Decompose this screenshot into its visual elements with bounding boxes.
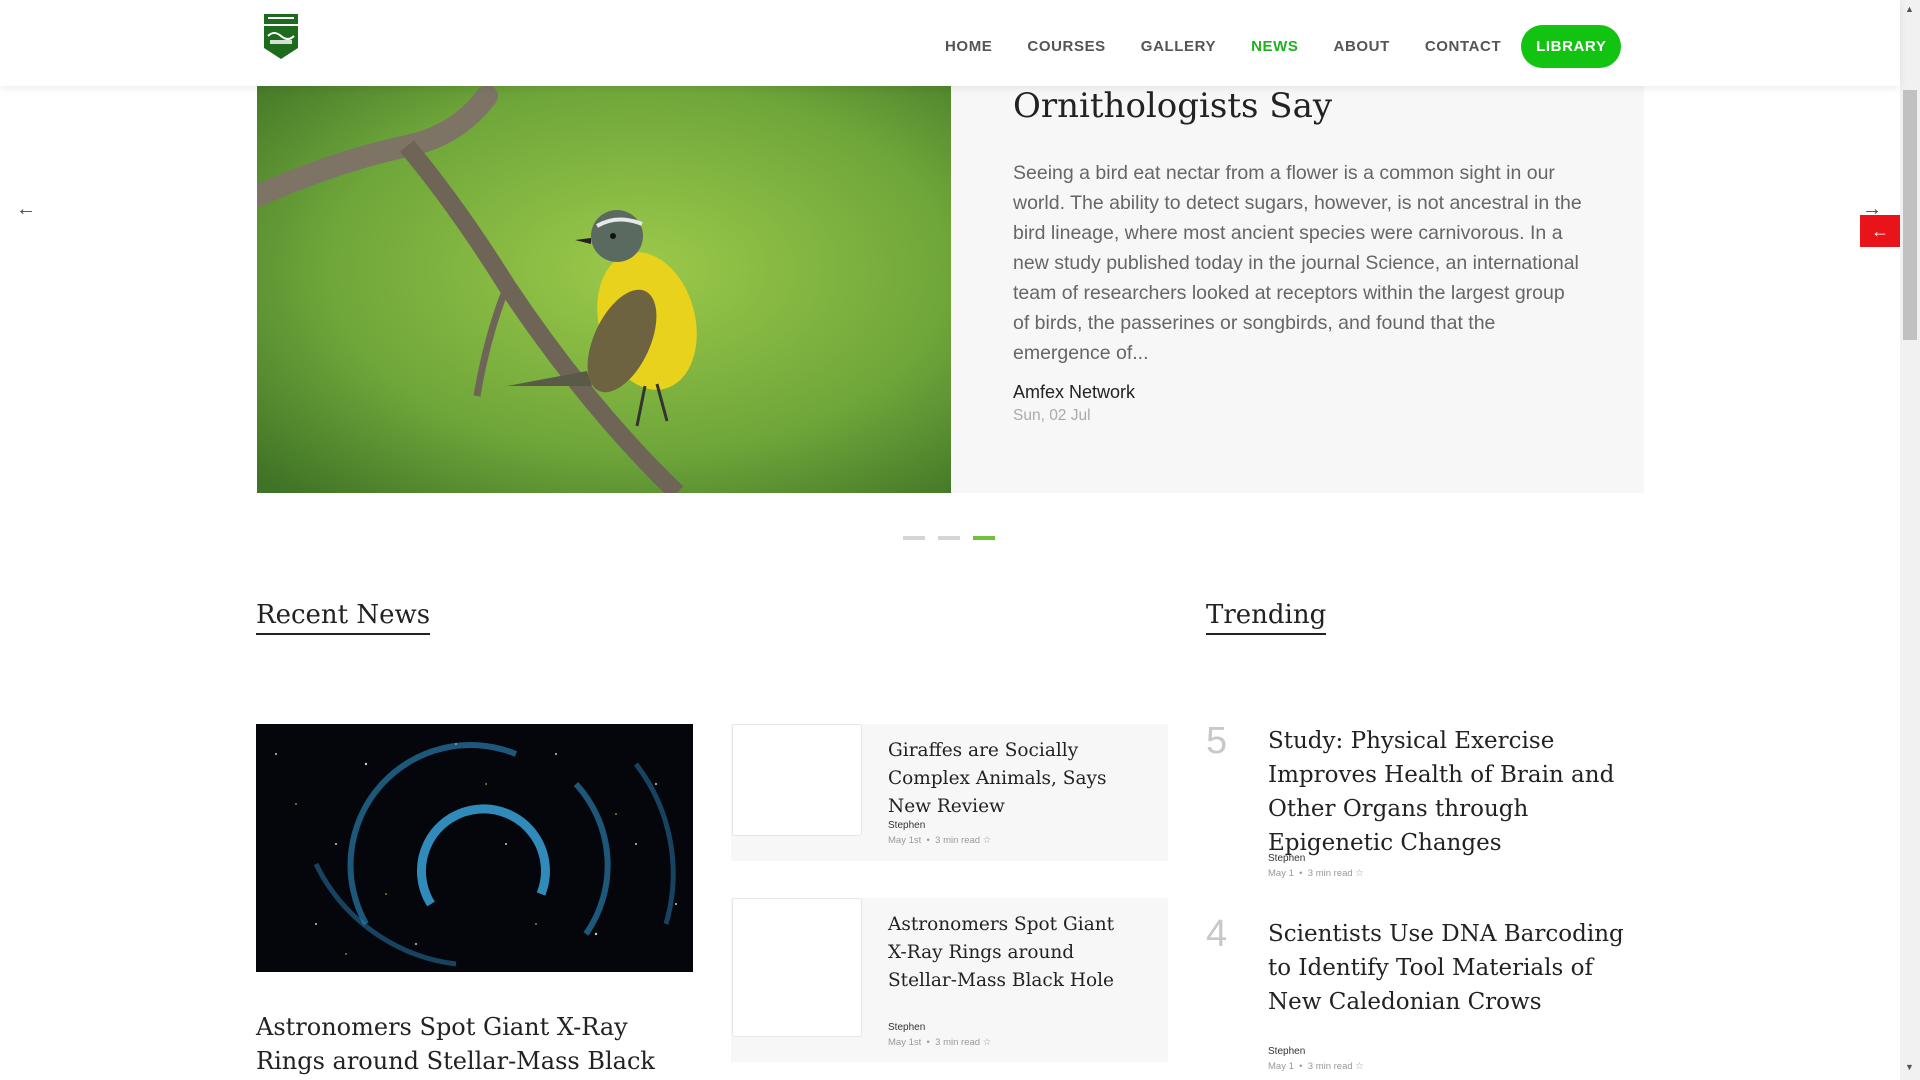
- featured-news-image[interactable]: [256, 724, 693, 972]
- news-card-title[interactable]: Astronomers Spot Giant X-Ray Rings aroun…: [888, 911, 1128, 995]
- library-button[interactable]: LIBRARY: [1521, 24, 1622, 68]
- slide-excerpt: Seeing a bird eat nectar from a flower i…: [1013, 162, 1582, 364]
- slide-date: Sun, 02 Jul: [1013, 407, 1091, 424]
- news-card[interactable]: Giraffes are Socially Complex Animals, S…: [731, 724, 1168, 861]
- trending-title[interactable]: Study: Physical Exercise Improves Health…: [1268, 724, 1638, 860]
- trending-meta: May 1 • 3 min read ☆: [1268, 868, 1364, 879]
- slide-image: [257, 86, 951, 493]
- recent-news-heading: Recent News: [256, 600, 431, 635]
- star-icon[interactable]: ☆: [983, 835, 992, 846]
- star-icon[interactable]: ☆: [983, 1037, 992, 1048]
- scroll-down-icon[interactable]: ▼: [1905, 1062, 1914, 1072]
- news-card-author: Stephen: [888, 1022, 926, 1033]
- trending-rank: 4: [1206, 913, 1228, 955]
- slider-dots: [903, 536, 1008, 540]
- arrow-left-icon[interactable]: ←: [16, 198, 36, 221]
- trending-read-time: 3 min read: [1307, 868, 1353, 879]
- news-card[interactable]: Astronomers Spot Giant X-Ray Rings aroun…: [731, 898, 1168, 1062]
- news-card-read-time: 3 min read: [935, 835, 981, 846]
- scrollbar[interactable]: ▲ ▼: [1900, 0, 1920, 1080]
- star-icon[interactable]: ☆: [1355, 1061, 1364, 1072]
- trending-author: Stephen: [1268, 1046, 1306, 1057]
- trending-title[interactable]: Scientists Use DNA Barcoding to Identify…: [1268, 917, 1638, 1019]
- slider-dot[interactable]: [903, 536, 925, 540]
- news-card-date: May 1st: [888, 835, 922, 846]
- news-card-title[interactable]: Giraffes are Socially Complex Animals, S…: [888, 737, 1128, 821]
- scrollbar-thumb[interactable]: [1903, 90, 1917, 340]
- nav-courses[interactable]: COURSES: [1027, 38, 1105, 55]
- trending-meta: May 1 • 3 min read ☆: [1268, 1061, 1364, 1072]
- slide-title[interactable]: Ornithologists Say: [1013, 86, 1332, 126]
- nav-gallery[interactable]: GALLERY: [1141, 38, 1216, 55]
- main-nav: HOME COURSES GALLERY NEWS ABOUT CONTACT …: [945, 24, 1622, 68]
- scroll-up-icon[interactable]: ▲: [1905, 4, 1914, 14]
- site-header: HOME COURSES GALLERY NEWS ABOUT CONTACT …: [0, 0, 1900, 86]
- slide-content: Ornithologists Say Seeing a bird eat nec…: [951, 86, 1644, 493]
- slider-dot[interactable]: [938, 536, 960, 540]
- back-arrow-button[interactable]: ←: [1860, 215, 1900, 247]
- slide-author: Amfex Network: [1013, 382, 1136, 402]
- featured-news-title[interactable]: Astronomers Spot Giant X-Ray Rings aroun…: [256, 1010, 693, 1080]
- trending-date: May 1: [1268, 868, 1294, 879]
- logo[interactable]: [262, 14, 300, 60]
- news-card-meta: May 1st • 3 min read ☆: [888, 1037, 992, 1048]
- nav-home[interactable]: HOME: [945, 38, 992, 55]
- news-card-meta: May 1st • 3 min read ☆: [888, 835, 992, 846]
- nav-contact[interactable]: CONTACT: [1425, 38, 1501, 55]
- trending-read-time: 3 min read: [1307, 1061, 1353, 1072]
- news-card-read-time: 3 min read: [935, 1037, 981, 1048]
- star-icon[interactable]: ☆: [1355, 868, 1364, 879]
- news-card-author: Stephen: [888, 820, 926, 831]
- slider-dot-active[interactable]: [973, 536, 995, 540]
- news-card-date: May 1st: [888, 1037, 922, 1048]
- trending-author: Stephen: [1268, 853, 1306, 864]
- news-card-thumbnail: [732, 724, 862, 836]
- trending-heading: Trending: [1206, 600, 1327, 635]
- nav-about[interactable]: ABOUT: [1334, 38, 1390, 55]
- news-card-thumbnail: [732, 898, 862, 1037]
- nav-news[interactable]: NEWS: [1251, 38, 1298, 55]
- trending-rank: 5: [1206, 720, 1228, 762]
- trending-date: May 1: [1268, 1061, 1294, 1072]
